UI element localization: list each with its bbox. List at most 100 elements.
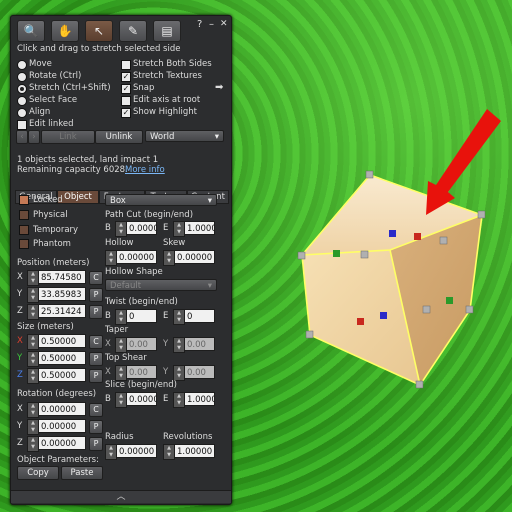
taper-y-field[interactable]: 0.00 — [184, 337, 215, 351]
rot-z-axis: Z — [17, 438, 23, 448]
copy-rotation-button[interactable]: C — [89, 403, 103, 417]
shear-y-label: Y — [163, 367, 169, 377]
pos-y-field[interactable]: 33.85983 — [38, 287, 86, 301]
edit-linked-checkbox[interactable] — [17, 120, 27, 130]
snap-label: Snap — [133, 83, 155, 93]
rot-z-field[interactable]: 0.00000 — [38, 436, 86, 450]
pos-y-axis: Y — [17, 289, 23, 299]
move-tool-button[interactable]: ✋ — [51, 20, 79, 42]
locked-checkbox[interactable] — [19, 195, 29, 205]
mode-move-radio[interactable] — [17, 60, 27, 70]
reference-frame-dropdown[interactable]: World ▾ — [145, 130, 224, 142]
radius-field[interactable]: 0.00000 — [116, 444, 157, 458]
capacity-status: Remaining capacity 6028. — [17, 165, 128, 175]
path-cut-e-field[interactable]: 1.0000 — [184, 221, 215, 235]
focus-tool-button[interactable]: 🔍 — [17, 20, 45, 42]
rotation-p-button[interactable]: P — [89, 437, 103, 451]
taper-label: Taper — [105, 325, 129, 335]
twist-b-label: B — [105, 311, 111, 321]
edit-axis-root-label: Edit axis at root — [133, 95, 201, 105]
minimize-icon[interactable]: – — [209, 19, 214, 30]
handle-red[interactable] — [357, 318, 364, 325]
show-highlight-checkbox[interactable]: ✓ — [121, 108, 131, 118]
physical-label: Physical — [33, 210, 68, 220]
more-info-link[interactable]: More info — [125, 165, 165, 175]
unlink-button[interactable]: Unlink — [95, 130, 143, 144]
stretch-textures-label: Stretch Textures — [133, 71, 202, 81]
radius-label: Radius — [105, 432, 134, 442]
mode-rotate-radio[interactable] — [17, 72, 27, 82]
paste-position-button[interactable]: P — [89, 288, 103, 302]
size-y-field[interactable]: 0.50000 — [38, 351, 86, 365]
stretch-textures-checkbox[interactable]: ✓ — [121, 72, 131, 82]
snap-arrow-icon[interactable]: ➡ — [215, 82, 223, 93]
copy-position-button[interactable]: C — [89, 271, 103, 285]
physical-checkbox[interactable] — [19, 210, 29, 220]
link-button[interactable]: Link — [41, 130, 95, 144]
pos-x-axis: X — [17, 272, 23, 282]
size-z-field[interactable]: 0.50000 — [38, 368, 86, 382]
shear-x-field[interactable]: 0.00 — [126, 365, 157, 379]
handle-blue[interactable] — [389, 230, 396, 237]
copy-size-button[interactable]: C — [89, 335, 103, 349]
hollow-label: Hollow — [105, 238, 134, 248]
shape-type-dropdown[interactable]: Box ▾ — [105, 194, 217, 206]
build-tools-floater[interactable]: 🔍 ✋ ↖ ✎ ▤ ? – ✕ Click and drag to stretc… — [10, 15, 232, 505]
pos-x-field[interactable]: 85.74580 — [38, 270, 86, 284]
handle-blue[interactable] — [380, 312, 387, 319]
create-tool-button[interactable]: ✎ — [119, 20, 147, 42]
wand-icon: ✎ — [127, 24, 139, 38]
hollow-shape-dropdown[interactable]: Default ▾ — [105, 279, 217, 291]
revolutions-field[interactable]: 1.00000 — [174, 444, 215, 458]
top-shear-label: Top Shear — [105, 353, 147, 363]
mode-stretch-label: Stretch (Ctrl+Shift) — [29, 83, 111, 93]
bulldozer-icon: ▤ — [161, 24, 173, 38]
twist-e-field[interactable]: 0 — [184, 309, 215, 323]
hollow-shape-value: Default — [110, 281, 142, 291]
slice-e-field[interactable]: 1.0000 — [184, 392, 215, 406]
paste-size-button[interactable]: P — [89, 352, 103, 366]
skew-field[interactable]: 0.00000 — [174, 250, 215, 264]
shear-y-field[interactable]: 0.00 — [184, 365, 215, 379]
taper-x-field[interactable]: 0.00 — [126, 337, 157, 351]
taper-x-label: X — [105, 339, 111, 349]
rot-y-field[interactable]: 0.00000 — [38, 419, 86, 433]
path-cut-b-field[interactable]: 0.0000 — [126, 221, 157, 235]
handle-red[interactable] — [414, 233, 421, 240]
next-link-button[interactable]: › — [28, 130, 40, 144]
slice-b-field[interactable]: 0.0000 — [126, 392, 157, 406]
size-x-field[interactable]: 0.50000 — [38, 334, 86, 348]
pos-z-field[interactable]: 25.31424 — [38, 304, 86, 318]
taper-y-label: Y — [163, 339, 169, 349]
tab-object[interactable]: Object — [57, 190, 99, 204]
mode-select-face-radio[interactable] — [17, 96, 27, 106]
rot-x-axis: X — [17, 404, 23, 414]
land-tool-button[interactable]: ▤ — [153, 20, 181, 42]
hollow-field[interactable]: 0.00000 — [116, 250, 157, 264]
paste-rotation-button[interactable]: P — [89, 420, 103, 434]
revolutions-label: Revolutions — [163, 432, 213, 442]
help-icon[interactable]: ? — [197, 19, 202, 30]
rot-x-field[interactable]: 0.00000 — [38, 402, 86, 416]
edit-tool-button[interactable]: ↖ — [85, 20, 113, 42]
snap-checkbox[interactable]: ✓ — [121, 84, 131, 94]
edit-axis-root-checkbox[interactable] — [121, 96, 131, 106]
handle-green[interactable] — [446, 297, 453, 304]
paste-params-button[interactable]: Paste — [61, 466, 103, 480]
mode-align-radio[interactable] — [17, 108, 27, 118]
close-icon[interactable]: ✕ — [220, 19, 228, 29]
prev-link-button[interactable]: ‹ — [16, 130, 28, 144]
path-cut-label: Path Cut (begin/end) — [105, 210, 194, 220]
mode-stretch-radio[interactable] — [17, 84, 27, 94]
stretch-both-sides-checkbox[interactable] — [121, 60, 131, 70]
path-cut-b-label: B — [105, 223, 111, 233]
copy-params-button[interactable]: Copy — [17, 466, 59, 480]
size-p-button[interactable]: P — [89, 369, 103, 383]
temporary-checkbox[interactable] — [19, 225, 29, 235]
position-p-button[interactable]: P — [89, 305, 103, 319]
collapse-footer[interactable]: ︿ — [11, 490, 231, 503]
twist-b-field[interactable]: 0 — [126, 309, 157, 323]
slice-label: Slice (begin/end) — [105, 380, 178, 390]
phantom-checkbox[interactable] — [19, 239, 29, 249]
handle-green[interactable] — [333, 250, 340, 257]
